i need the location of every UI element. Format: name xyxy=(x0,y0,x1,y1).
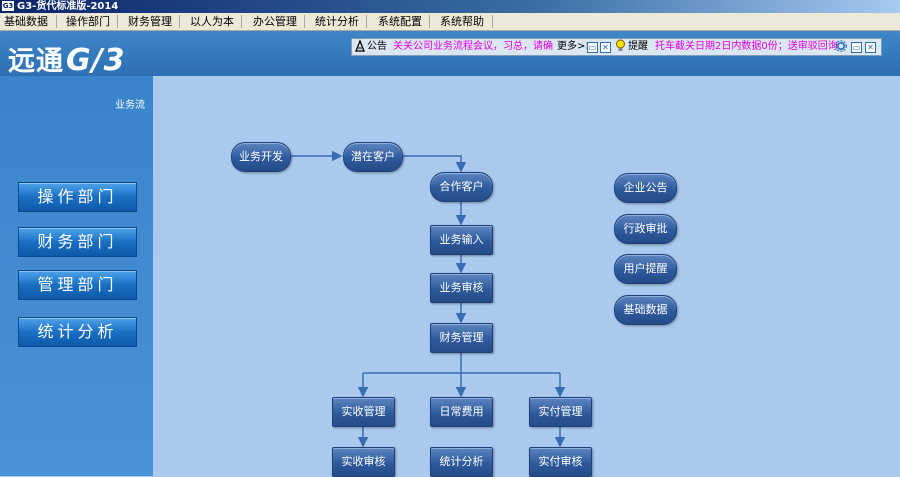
reminder-text[interactable]: 托车截关日期2日内数据0份；送审驳回询 xyxy=(655,39,838,55)
flow-node-business-dev[interactable]: 业务开发 xyxy=(231,142,291,172)
sidebar-button-statistics[interactable]: 统计分析 xyxy=(18,317,137,347)
menu-separator xyxy=(492,15,493,28)
arrow-potential-to-partner xyxy=(403,155,467,173)
lightbulb-icon xyxy=(615,39,626,55)
close-icon[interactable]: ✕ xyxy=(865,42,876,53)
flow-node-statistics[interactable]: 统计分析 xyxy=(430,447,493,477)
menu-system-config[interactable]: 系统配置 xyxy=(378,13,422,30)
menu-office[interactable]: 办公管理 xyxy=(253,13,297,30)
menu-separator xyxy=(304,15,305,28)
menu-separator xyxy=(241,15,242,28)
announcement-label: 公告 xyxy=(367,41,387,52)
restore-icon[interactable]: ▭ xyxy=(851,42,862,53)
brand-mark: G/3 xyxy=(66,43,126,78)
menu-help[interactable]: 系统帮助 xyxy=(440,13,484,30)
menu-separator xyxy=(56,15,57,28)
flow-node-finance-mgmt[interactable]: 财务管理 xyxy=(430,323,493,353)
menu-base-data[interactable]: 基础数据 xyxy=(4,13,48,30)
sidebar-button-management[interactable]: 管理部门 xyxy=(18,270,137,300)
restore-icon[interactable]: ▭ xyxy=(587,42,598,53)
menu-finance[interactable]: 财务管理 xyxy=(128,13,172,30)
announcement-icon xyxy=(354,39,366,55)
flow-node-partner-customer[interactable]: 合作客户 xyxy=(430,172,493,202)
flow-node-payable-mgmt[interactable]: 实付管理 xyxy=(529,397,592,427)
flow-connectors xyxy=(291,150,566,448)
notice-bar: 公告 关关公司业务流程会议，习总，请确 更多>> ▭ ✕ 提醒 托车截关日期2日… xyxy=(351,38,882,56)
quick-link-announcements[interactable]: 企业公告 xyxy=(614,173,677,203)
menu-separator xyxy=(117,15,118,28)
announcement-text[interactable]: 关关公司业务流程会议，习总，请确 xyxy=(393,39,553,55)
sidebar-button-finance[interactable]: 财务部门 xyxy=(18,227,137,257)
menu-statistics[interactable]: 统计分析 xyxy=(315,13,359,30)
flow-node-daily-expense[interactable]: 日常费用 xyxy=(430,397,493,427)
flow-node-business-input[interactable]: 业务输入 xyxy=(430,225,493,255)
brand-logo: 远通G/3 xyxy=(8,39,125,78)
menu-separator xyxy=(179,15,180,28)
flow-node-business-review[interactable]: 业务审核 xyxy=(430,273,493,303)
quick-link-base-data[interactable]: 基础数据 xyxy=(614,295,677,325)
flow-node-receivable-review[interactable]: 实收审核 xyxy=(332,447,395,477)
app-icon: G3 xyxy=(2,1,14,11)
close-icon[interactable]: ✕ xyxy=(600,42,611,53)
flow-node-potential-customer[interactable]: 潜在客户 xyxy=(343,142,403,172)
window-title: G3-货代标准版-2014 xyxy=(17,1,119,12)
brand-name: 远通 xyxy=(8,46,64,77)
breadcrumb: 业务流 xyxy=(115,100,145,111)
sidebar-button-operations[interactable]: 操作部门 xyxy=(18,182,137,212)
menu-separator xyxy=(366,15,367,28)
reminder-label: 提醒 xyxy=(628,41,648,52)
quick-link-reminders[interactable]: 用户提醒 xyxy=(614,254,677,284)
flow-workspace: 业务开发 潜在客户 合作客户 业务输入 业务审核 财务管理 实收管理 日常费用 … xyxy=(153,76,900,477)
window-title-bar: G3 G3-货代标准版-2014 xyxy=(0,0,900,13)
sidebar: 业务流 操作部门 财务部门 管理部门 统计分析 xyxy=(0,76,153,476)
menu-operations[interactable]: 操作部门 xyxy=(66,13,110,30)
menu-bar: 基础数据 操作部门 财务管理 以人为本 办公管理 统计分析 系统配置 系统帮助 xyxy=(0,13,900,31)
gear-icon[interactable] xyxy=(835,40,847,55)
quick-link-approvals[interactable]: 行政审批 xyxy=(614,214,677,244)
menu-people[interactable]: 以人为本 xyxy=(190,13,234,30)
menu-separator xyxy=(429,15,430,28)
flow-node-payable-review[interactable]: 实付审核 xyxy=(529,447,592,477)
flow-node-receivable-mgmt[interactable]: 实收管理 xyxy=(332,397,395,427)
